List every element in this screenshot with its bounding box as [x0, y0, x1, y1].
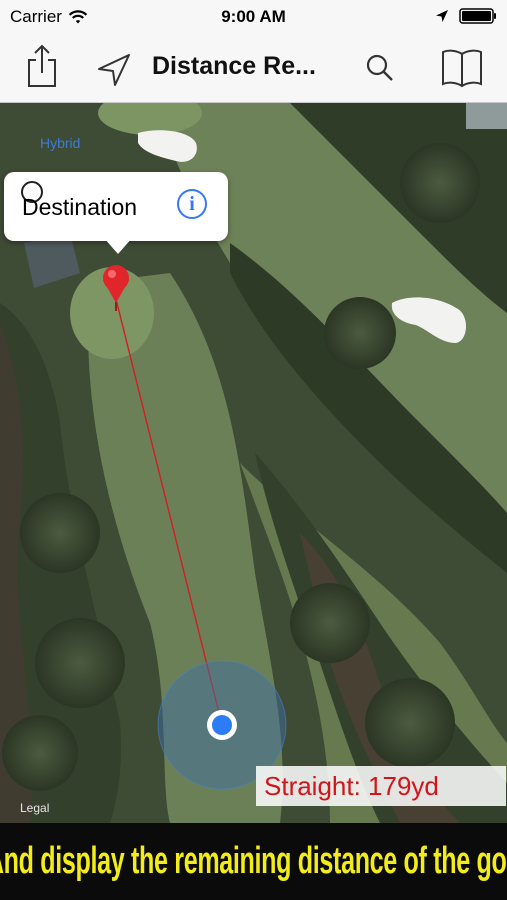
bookmarks-button[interactable] [438, 44, 486, 92]
battery-icon [459, 8, 496, 24]
map-view[interactable]: Hybrid Destination i Straight: 179yd Leg… [0, 103, 507, 823]
status-right [435, 8, 497, 24]
search-button[interactable] [362, 50, 398, 86]
share-button[interactable] [22, 42, 62, 90]
info-icon: i [189, 193, 195, 215]
clock: 9:00 AM [221, 7, 286, 26]
status-bar: Carrier 9:00 AM [0, 0, 507, 34]
callout-title: Destination [22, 194, 138, 220]
navigation-bar: Distance Re... [0, 34, 507, 103]
caption-text: And display the remaining distance of th… [0, 840, 507, 882]
callout-tail [104, 238, 132, 254]
location-services-icon [436, 10, 448, 22]
destination-callout[interactable]: Destination i [4, 172, 228, 254]
locate-button[interactable] [94, 50, 134, 90]
distance-readout: Straight: 179yd [256, 766, 506, 806]
distance-text: Straight: 179yd [264, 771, 439, 801]
info-button[interactable]: i [177, 189, 207, 219]
book-icon [442, 49, 482, 88]
map-mode-button[interactable]: Hybrid [40, 135, 80, 151]
search-icon [366, 54, 393, 81]
location-arrow-icon [98, 54, 130, 86]
share-icon [28, 44, 56, 87]
page-title: Distance Re... [152, 52, 316, 80]
caption-banner: And display the remaining distance of th… [0, 823, 507, 900]
legal-link[interactable]: Legal [20, 801, 49, 815]
